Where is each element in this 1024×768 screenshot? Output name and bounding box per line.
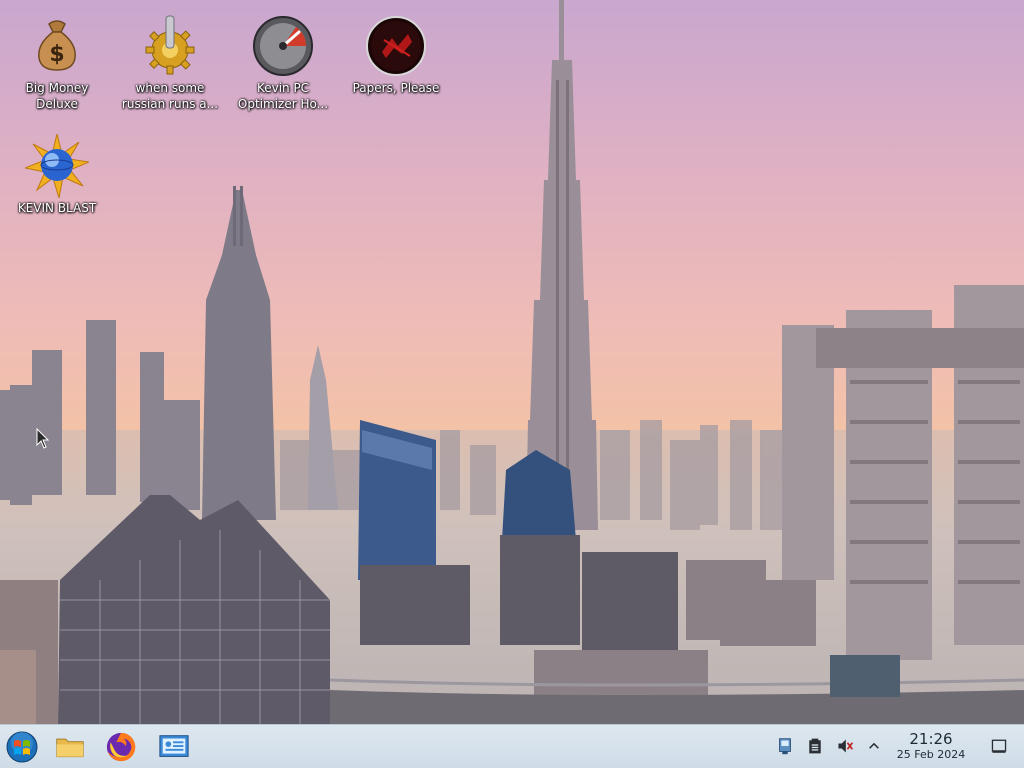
file-explorer-button[interactable] — [52, 729, 88, 765]
speedometer-icon — [253, 16, 313, 76]
gear-icon — [145, 15, 195, 75]
desktop-icon-when-some-russian[interactable]: when some russian runs a... — [115, 8, 225, 112]
mouse-cursor-icon — [36, 428, 50, 449]
show-hidden-icons-button[interactable] — [863, 735, 885, 757]
desktop-icon-papers-please[interactable]: Papers, Please — [341, 8, 451, 96]
blast-globe-icon — [25, 134, 89, 198]
desktop-icon-label: Big Money Deluxe — [25, 81, 89, 111]
desktop[interactable]: $ Big Money Deluxe when some russian run… — [0, 0, 1024, 724]
taskbar: 21:26 25 Feb 2024 — [0, 724, 1024, 768]
notification-icon — [991, 739, 1007, 753]
desktop-icon-kevin-pc-optimizer[interactable]: Kevin PC Optimizer Ho... — [228, 8, 338, 112]
clock-time: 21:26 — [909, 730, 953, 748]
papers-please-icon — [366, 16, 426, 76]
firefox-icon — [106, 732, 136, 762]
desktop-icon-label: KEVIN BLAST — [17, 201, 97, 215]
control-panel-icon — [159, 735, 189, 757]
clock-date: 25 Feb 2024 — [896, 748, 966, 761]
chevron-up-icon — [869, 742, 879, 749]
volume-muted-icon — [838, 739, 854, 753]
clipboard-tray-item[interactable] — [804, 735, 826, 757]
network-icon — [779, 738, 791, 755]
network-tray-item[interactable] — [774, 735, 796, 757]
clipboard-icon — [809, 738, 821, 754]
taskbar-clock[interactable]: 21:26 25 Feb 2024 — [886, 731, 976, 762]
folder-icon — [56, 738, 84, 758]
svg-text:$: $ — [49, 42, 64, 67]
control-panel-button[interactable] — [156, 729, 192, 765]
desktop-icon-kevin-blast[interactable]: KEVIN BLAST — [2, 128, 112, 216]
desktop-icon-label: Papers, Please — [352, 81, 440, 95]
desktop-icon-label: when some russian runs a... — [121, 81, 219, 111]
desktop-icon-big-money-deluxe[interactable]: $ Big Money Deluxe — [2, 8, 112, 112]
money-bag-icon: $ — [38, 20, 76, 71]
show-desktop-button[interactable] — [988, 735, 1010, 757]
windows-orb-icon — [6, 731, 38, 763]
desktop-icon-label: Kevin PC Optimizer Ho... — [237, 81, 329, 111]
start-button[interactable] — [4, 729, 40, 765]
firefox-button[interactable] — [103, 729, 139, 765]
volume-tray-item[interactable] — [834, 735, 856, 757]
